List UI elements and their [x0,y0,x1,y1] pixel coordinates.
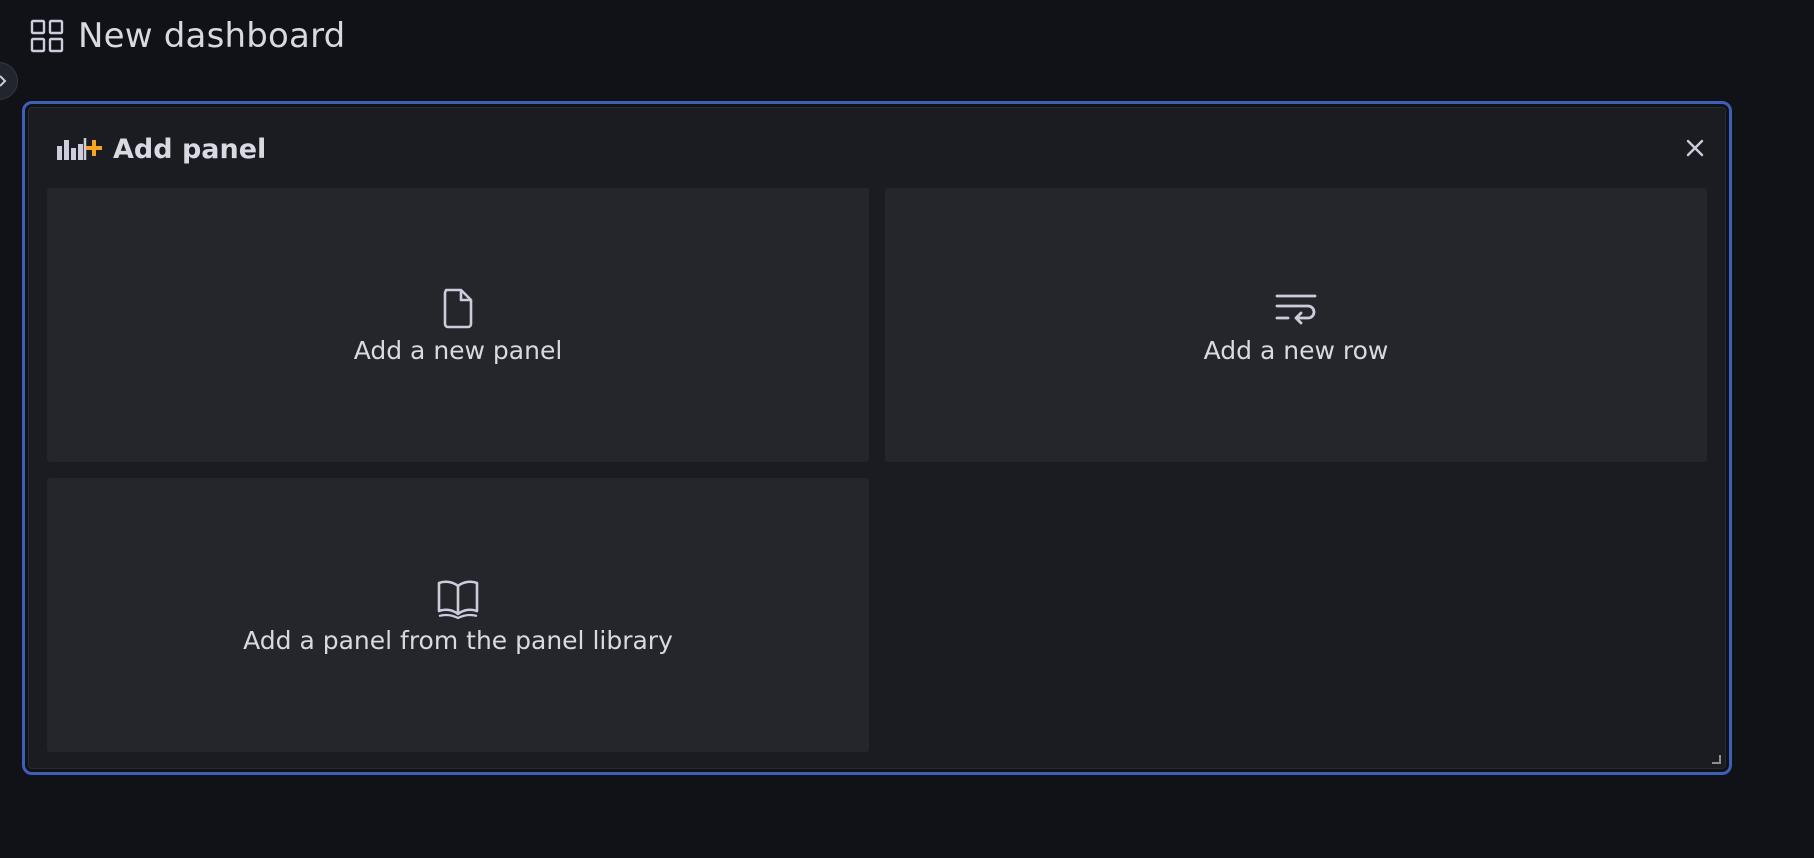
panel-header[interactable]: Add panel [55,132,266,166]
add-library-panel-button[interactable]: Add a panel from the panel library [47,478,869,752]
file-icon [443,288,473,328]
book-icon [437,579,479,619]
chevron-right-icon [0,75,7,87]
resize-handle[interactable] [1711,754,1721,764]
close-button[interactable] [1683,136,1707,160]
add-panel-icon [57,138,102,160]
panel-title: Add panel [113,133,267,165]
add-library-panel-label: Add a panel from the panel library [243,625,673,655]
add-panel-body: Add panel Add a new panel Add a new row [28,107,1726,769]
add-new-row-button[interactable]: Add a new row [885,188,1707,462]
dashboard-header: New dashboard [30,12,345,60]
page-title: New dashboard [78,16,346,56]
add-new-row-label: Add a new row [1203,335,1389,365]
wrap-row-icon [1275,294,1317,324]
dashboard-grid-icon [30,19,64,53]
add-new-panel-label: Add a new panel [353,335,563,365]
sidebar-toggle-button[interactable] [0,62,18,100]
close-icon [1686,139,1704,157]
add-new-panel-button[interactable]: Add a new panel [47,188,869,462]
add-panel-widget: Add panel Add a new panel Add a new row [22,101,1732,775]
